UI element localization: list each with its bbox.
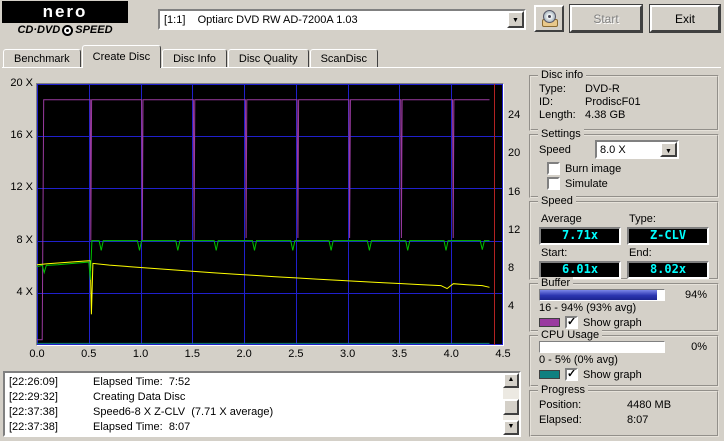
axis-tick: 20 X — [10, 77, 33, 89]
nero-cd-dvd-speed-window: nero CD·DVD SPEED [1:1] Optiarc DVD RW A… — [0, 0, 724, 441]
burn-image-checkbox[interactable] — [547, 162, 560, 175]
buffer-show-graph-checkbox[interactable]: ✓ — [565, 316, 578, 329]
axis-tick: 16 X — [10, 129, 33, 142]
buffer-bar — [539, 289, 665, 301]
axis-tick: 12 X — [10, 181, 33, 194]
tab-create-disc[interactable]: Create Disc — [81, 45, 162, 68]
cpu-range: 0 - 5% (0% avg) — [539, 354, 618, 366]
log-scrollbar[interactable]: ▲ ▼ — [503, 373, 519, 435]
settings-group: Settings Speed 8.0 X ▼ Burn image Simula… — [529, 128, 719, 198]
axis-tick: 4.5 — [495, 348, 511, 360]
drive-selector-value: [1:1] Optiarc DVD RW AD-7200A 1.03 — [164, 13, 358, 26]
position-value: 4480 MB — [627, 399, 672, 411]
tab-disc-quality[interactable]: Disc Quality — [227, 49, 309, 68]
exit-button[interactable]: Exit — [650, 5, 720, 32]
log-line: [22:29:32] Creating Data Disc — [9, 391, 186, 403]
axis-tick: 0.5 — [81, 348, 97, 360]
buffer-color-swatch — [539, 318, 560, 327]
speed-title: Speed — [538, 195, 576, 207]
progress-group: Progress Position: 4480 MB Elapsed: 8:07 — [529, 384, 719, 437]
speed-chart — [36, 84, 503, 345]
axis-tick: 2.5 — [288, 348, 304, 360]
disc-info-title: Disc info — [538, 69, 587, 81]
scroll-down-icon[interactable]: ▼ — [503, 420, 519, 435]
buffer-title: Buffer — [538, 277, 574, 289]
cpu-color-swatch — [539, 370, 560, 379]
log-line: [22:37:38] Speed6-8 X Z-CLV (7.71 X avera… — [9, 406, 274, 418]
log-line: [22:26:09] Elapsed Time: 7:52 — [9, 376, 191, 388]
axis-tick: 4 X — [16, 285, 33, 298]
average-speed-display: 7.71x — [539, 227, 621, 245]
cd-dvd-speed-logo: CD·DVD SPEED — [17, 24, 113, 36]
speed-group: Speed Average Type: 7.71x Z-CLV Start: E… — [529, 195, 719, 280]
speed-type-display: Z-CLV — [627, 227, 709, 245]
simulate-checkbox[interactable] — [547, 177, 560, 190]
cd-icon — [543, 10, 556, 23]
axis-tick: 4.0 — [443, 348, 459, 360]
drive-selector[interactable]: [1:1] Optiarc DVD RW AD-7200A 1.03 ▼ — [158, 9, 526, 30]
disc-id-value: ProdiscF01 — [585, 96, 641, 108]
scroll-up-icon[interactable]: ▲ — [503, 373, 519, 388]
axis-tick: 0.0 — [29, 348, 45, 360]
cpu-usage-group: CPU Usage 0% 0 - 5% (0% avg) ✓ Show grap… — [529, 329, 719, 387]
cpu-percent: 0% — [691, 341, 707, 353]
buffer-percent: 94% — [684, 289, 707, 301]
chart-plot-area — [36, 83, 504, 346]
tab-bar: Benchmark Create Disc Disc Info Disc Qualit… — [3, 45, 379, 68]
end-speed-display: 8.02x — [627, 261, 709, 279]
buffer-group: Buffer 94% 16 - 94% (93% avg) ✓ Show gra… — [529, 277, 719, 332]
cpu-show-graph-checkbox[interactable]: ✓ — [565, 368, 578, 381]
disc-info-group: Disc info Type: DVD-R ID: ProdiscF01 Lengt… — [529, 69, 719, 131]
start-button[interactable]: Start — [570, 5, 642, 32]
buffer-range: 16 - 94% (93% avg) — [539, 302, 637, 314]
settings-title: Settings — [538, 128, 584, 140]
axis-tick: 3.5 — [391, 348, 408, 360]
axis-tick: 1.5 — [184, 348, 200, 360]
log-listbox[interactable]: [22:26:09] Elapsed Time: 7:52 [22:29:32] Cr… — [3, 371, 521, 437]
tab-benchmark[interactable]: Benchmark — [3, 49, 81, 68]
progress-title: Progress — [538, 384, 589, 396]
nero-logo-text: nero — [42, 2, 88, 21]
axis-tick: 1.0 — [132, 348, 149, 360]
disc-in-hand-button[interactable] — [534, 5, 564, 32]
cpu-usage-title: CPU Usage — [538, 329, 603, 341]
cpu-bar — [539, 341, 665, 353]
speed-select[interactable]: 8.0 X ▼ — [595, 140, 679, 159]
log-line: [22:37:38] Elapsed Time: 8:07 — [9, 421, 191, 433]
disc-length-value: 4.38 GB — [585, 109, 626, 121]
log-lines: [22:26:09] Elapsed Time: 7:52 [22:29:32] Cr… — [5, 374, 501, 435]
tab-scandisc[interactable]: ScanDisc — [309, 49, 379, 68]
axis-tick: 2.0 — [236, 348, 252, 360]
chevron-down-icon[interactable]: ▼ — [507, 11, 524, 28]
elapsed-value: 8:07 — [627, 414, 649, 426]
disc-icon — [62, 24, 74, 36]
scrollbar-thumb[interactable] — [503, 399, 519, 415]
axis-tick: 3.0 — [340, 348, 356, 360]
nero-logo: nero — [2, 1, 128, 23]
disc-type-value: DVD-R — [585, 83, 620, 95]
tab-disc-info[interactable]: Disc Info — [162, 49, 227, 68]
chevron-down-icon[interactable]: ▼ — [660, 142, 677, 157]
axis-tick: 8 X — [16, 233, 33, 246]
